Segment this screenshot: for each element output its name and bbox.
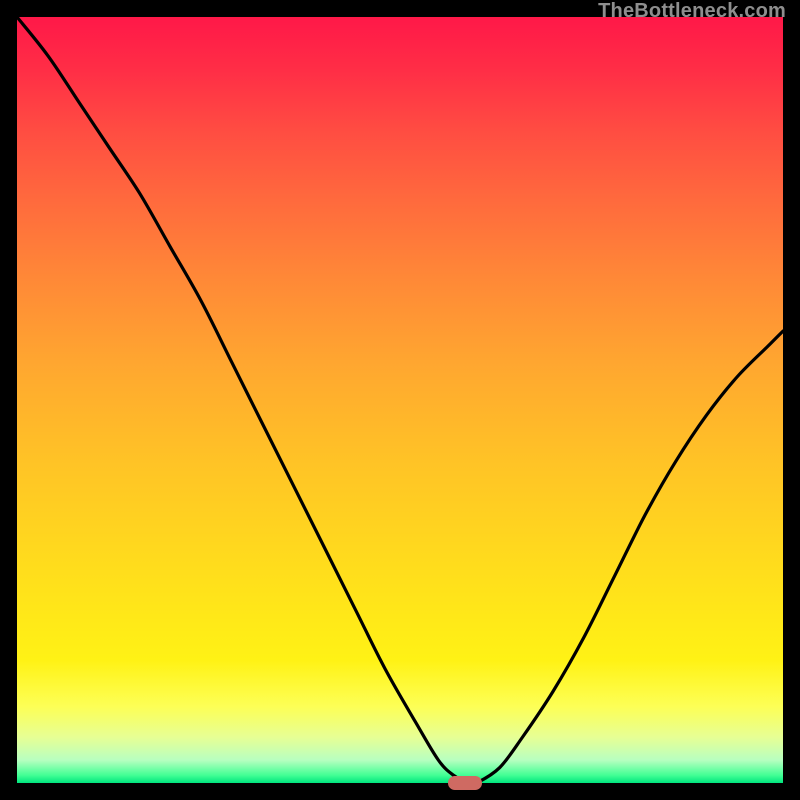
chart-frame: TheBottleneck.com [0, 0, 800, 800]
bottleneck-curve [17, 17, 783, 783]
plot-area [17, 17, 783, 783]
watermark-text: TheBottleneck.com [598, 0, 786, 23]
optimal-marker [448, 776, 482, 790]
